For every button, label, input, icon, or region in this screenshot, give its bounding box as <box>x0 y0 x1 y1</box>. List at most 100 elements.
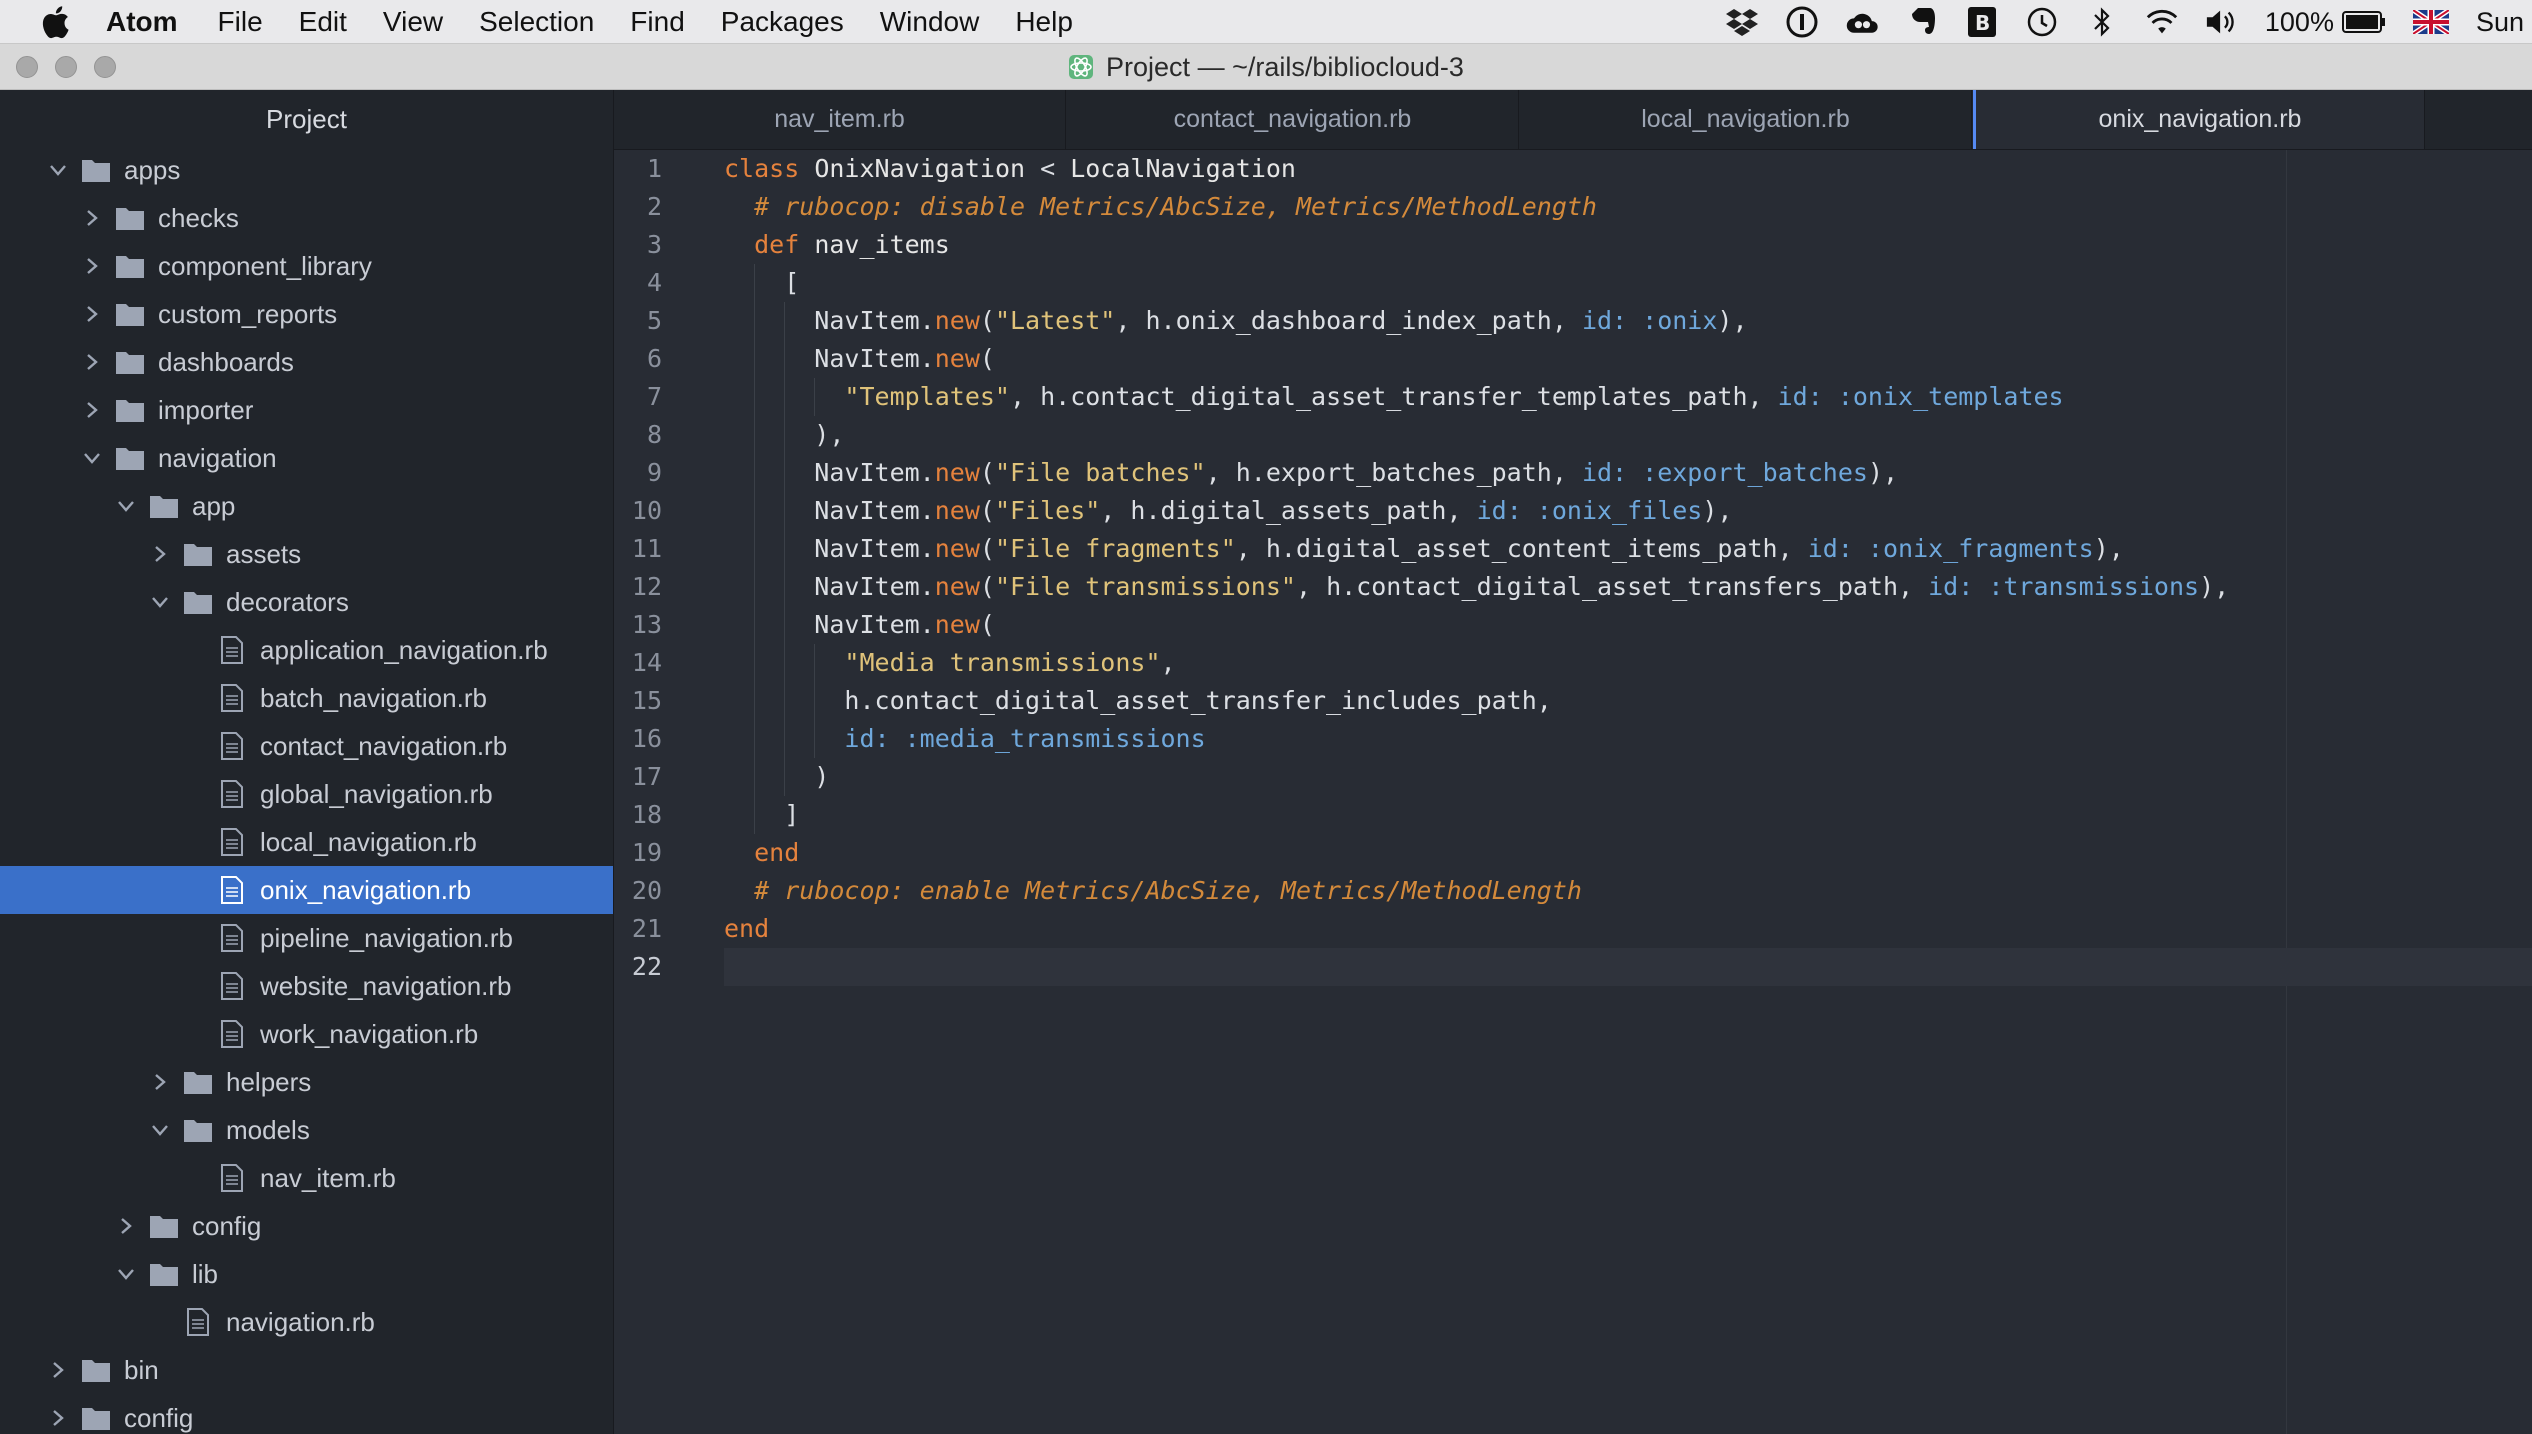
code-token: new <box>934 344 980 373</box>
menu-bar: Atom File Edit View Selection Find Packa… <box>0 0 2532 44</box>
tree-folder-navigation[interactable]: navigation <box>0 434 613 482</box>
indent-guide <box>754 530 756 568</box>
tree-file-navigation-rb[interactable]: navigation.rb <box>0 1298 613 1346</box>
tab-local_navigation-rb[interactable]: local_navigation.rb <box>1520 90 1972 149</box>
menu-selection[interactable]: Selection <box>479 6 594 38</box>
bluetooth-icon[interactable] <box>2085 5 2119 39</box>
code-token: "Templates" <box>844 382 1010 411</box>
chevron-down-icon[interactable] <box>148 1118 172 1142</box>
menu-file[interactable]: File <box>218 6 263 38</box>
tree-item-label: contact_navigation.rb <box>260 730 508 761</box>
tree-file-pipeline_navigation-rb[interactable]: pipeline_navigation.rb <box>0 914 613 962</box>
code-token: NavItem. <box>724 496 935 525</box>
menu-help[interactable]: Help <box>1015 6 1073 38</box>
chevron-right-icon[interactable] <box>148 542 172 566</box>
chevron-right-icon[interactable] <box>80 206 104 230</box>
line-number: 21 <box>631 914 662 943</box>
tree-folder-config[interactable]: config <box>0 1202 613 1250</box>
tab-nav_item-rb[interactable]: nav_item.rb <box>614 90 1066 149</box>
apple-icon[interactable] <box>40 4 76 40</box>
tree-file-website_navigation-rb[interactable]: website_navigation.rb <box>0 962 613 1010</box>
evernote-icon[interactable] <box>1905 5 1939 39</box>
tree-folder-dashboards[interactable]: dashboards <box>0 338 613 386</box>
tree-file-batch_navigation-rb[interactable]: batch_navigation.rb <box>0 674 613 722</box>
creative-cloud-icon[interactable] <box>1845 5 1879 39</box>
line-number: 6 <box>646 344 662 373</box>
tree-view-header: Project <box>266 103 347 134</box>
chevron-right-icon[interactable] <box>80 302 104 326</box>
tree-folder-config[interactable]: config <box>0 1394 613 1434</box>
bear-icon[interactable]: B <box>1965 5 1999 39</box>
tree-file-nav_item-rb[interactable]: nav_item.rb <box>0 1154 613 1202</box>
folder-icon <box>148 1212 180 1240</box>
chevron-down-icon[interactable] <box>148 590 172 614</box>
chevron-right-icon[interactable] <box>148 1070 172 1094</box>
menu-find[interactable]: Find <box>630 6 684 38</box>
tree-file-application_navigation-rb[interactable]: application_navigation.rb <box>0 626 613 674</box>
chevron-right-icon[interactable] <box>46 1358 70 1382</box>
tree-folder-decorators[interactable]: decorators <box>0 578 613 626</box>
code-token: LocalNavigation <box>1070 154 1296 183</box>
tree-folder-checks[interactable]: checks <box>0 194 613 242</box>
tree-folder-assets[interactable]: assets <box>0 530 613 578</box>
wifi-icon[interactable] <box>2145 5 2179 39</box>
chevron-right-icon[interactable] <box>114 1214 138 1238</box>
tree-folder-app[interactable]: app <box>0 482 613 530</box>
menu-clock[interactable]: Sun <box>2476 7 2524 38</box>
chevron-down-icon[interactable] <box>114 1262 138 1286</box>
tab-contact_navigation-rb[interactable]: contact_navigation.rb <box>1067 90 1519 149</box>
indent-guide <box>784 416 786 454</box>
time-machine-icon[interactable] <box>2025 5 2059 39</box>
menu-edit[interactable]: Edit <box>299 6 347 38</box>
tree-folder-custom_reports[interactable]: custom_reports <box>0 290 613 338</box>
chevron-right-icon[interactable] <box>80 350 104 374</box>
code-token: ( <box>979 344 995 373</box>
indent-guide <box>784 568 786 606</box>
chevron-down-icon[interactable] <box>46 158 70 182</box>
menu-view[interactable]: View <box>383 6 443 38</box>
onepassword-icon[interactable] <box>1785 5 1819 39</box>
file-text-icon <box>216 924 248 952</box>
tree-file-local_navigation-rb[interactable]: local_navigation.rb <box>0 818 613 866</box>
tree-file-work_navigation-rb[interactable]: work_navigation.rb <box>0 1010 613 1058</box>
code-token: ), <box>1717 306 1748 335</box>
chevron-right-icon[interactable] <box>80 254 104 278</box>
chevron-down-icon[interactable] <box>114 494 138 518</box>
tree-folder-bin[interactable]: bin <box>0 1346 613 1394</box>
chevron-right-icon[interactable] <box>46 1406 70 1430</box>
code-token: class <box>724 154 800 183</box>
code-line: [ <box>724 264 799 302</box>
tree-file-global_navigation-rb[interactable]: global_navigation.rb <box>0 770 613 818</box>
tab-onix_navigation-rb[interactable]: onix_navigation.rb <box>1973 90 2425 149</box>
tree-folder-helpers[interactable]: helpers <box>0 1058 613 1106</box>
code-token: id: :onix_templates <box>1777 382 2064 411</box>
tree-folder-importer[interactable]: importer <box>0 386 613 434</box>
indent-guide <box>754 644 756 682</box>
tree-folder-models[interactable]: models <box>0 1106 613 1154</box>
tree-file-contact_navigation-rb[interactable]: contact_navigation.rb <box>0 722 613 770</box>
chevron-right-icon[interactable] <box>80 398 104 422</box>
tree-item-label: nav_item.rb <box>260 1162 396 1193</box>
tree-folder-lib[interactable]: lib <box>0 1250 613 1298</box>
code-line: # rubocop: disable Metrics/AbcSize, Metr… <box>724 188 1597 226</box>
code-token: ), <box>2199 572 2230 601</box>
battery-icon[interactable] <box>2341 5 2386 39</box>
tree-folder-component_library[interactable]: component_library <box>0 242 613 290</box>
uk-flag-icon[interactable] <box>2412 5 2450 39</box>
text-editor[interactable]: 1 2 3 4 5 6 7 8 9 10 11 12 13 14 15 16 17 18 19 20 21 22 clas… <box>614 150 2532 1434</box>
indent-guide <box>754 454 756 492</box>
menu-packages[interactable]: Packages <box>721 6 844 38</box>
code-token: NavItem. <box>724 344 935 373</box>
menu-atom[interactable]: Atom <box>106 6 178 38</box>
menu-window[interactable]: Window <box>880 6 980 38</box>
tree-item-label: app <box>192 490 236 521</box>
tree-file-onix_navigation-rb[interactable]: onix_navigation.rb <box>0 866 613 914</box>
tree-folder-apps[interactable]: apps <box>0 146 613 194</box>
line-number: 16 <box>631 724 662 753</box>
volume-icon[interactable] <box>2205 5 2239 39</box>
chevron-down-icon[interactable] <box>80 446 104 470</box>
dropbox-icon[interactable] <box>1725 5 1759 39</box>
line-number: 13 <box>631 610 662 639</box>
